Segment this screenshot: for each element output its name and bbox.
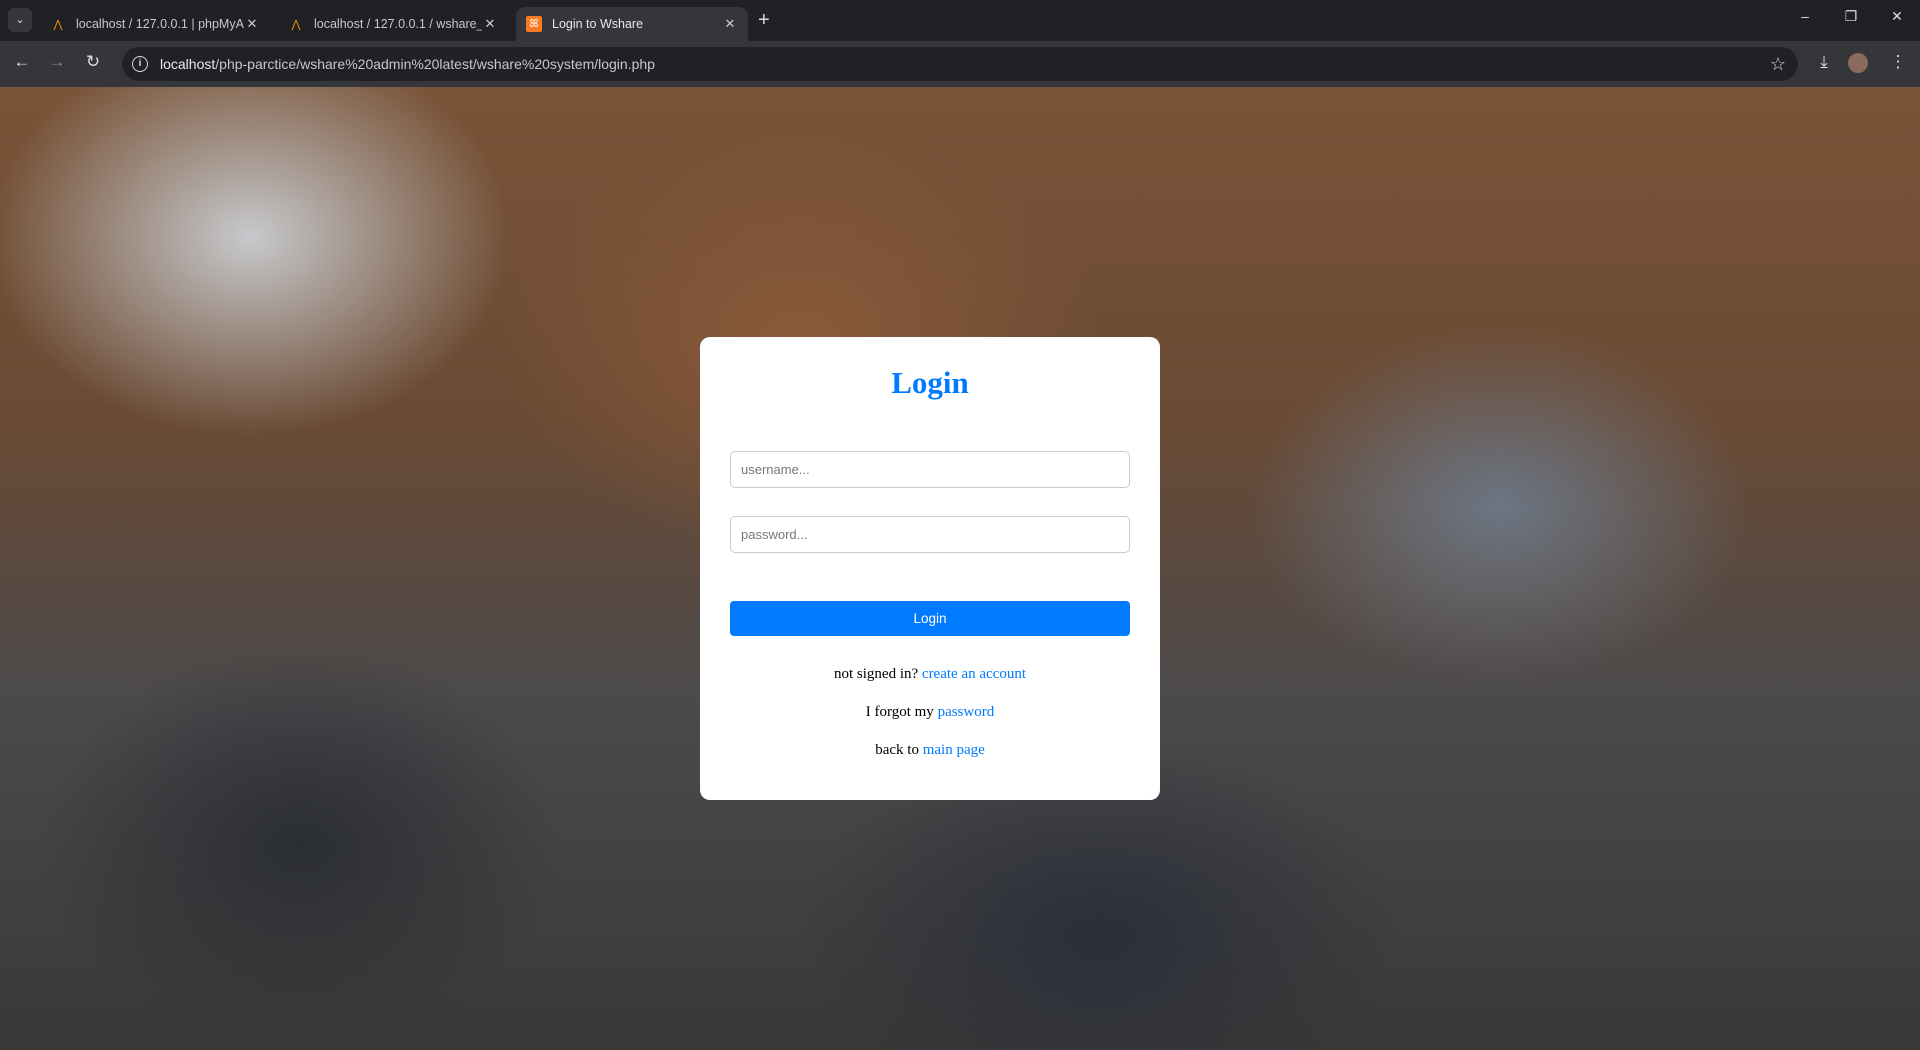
url-path: /php-parctice/wshare%20admin%20latest/ws…	[215, 56, 655, 72]
forgot-password-link[interactable]: password	[938, 704, 995, 720]
signup-line: not signed in? create an account	[700, 666, 1160, 683]
tab-title: localhost / 127.0.0.1 | phpMyAd	[76, 17, 244, 31]
tab-strip: ⌄ ⋀ localhost / 127.0.0.1 | phpMyAd ✕ ⋀ …	[0, 0, 1920, 41]
main-page-link[interactable]: main page	[923, 742, 985, 758]
url-text[interactable]: localhost/php-parctice/wshare%20admin%20…	[160, 56, 655, 72]
phpmyadmin-icon: ⋀	[291, 18, 301, 31]
login-title: Login	[891, 365, 969, 400]
tab-search-button[interactable]: ⌄	[8, 8, 32, 32]
close-tab-icon[interactable]: ✕	[722, 16, 738, 32]
menu-kebab-icon[interactable]: ⋮	[1886, 52, 1910, 72]
login-button[interactable]: Login	[730, 601, 1130, 636]
signup-prefix: not signed in?	[834, 666, 919, 682]
page-background: Login Login not signed in? create an acc…	[0, 87, 1920, 1050]
address-bar[interactable]: i localhost/php-parctice/wshare%20admin%…	[122, 47, 1798, 81]
tab-title: Login to Wshare	[552, 17, 644, 31]
bookmark-star-icon[interactable]: ☆	[1770, 54, 1786, 75]
username-input[interactable]	[730, 451, 1130, 488]
profile-avatar[interactable]	[1848, 53, 1868, 73]
back-line: back to main page	[700, 742, 1160, 759]
close-tab-icon[interactable]: ✕	[244, 16, 260, 32]
create-account-link[interactable]: create an account	[922, 666, 1026, 682]
minimize-button[interactable]: –	[1790, 8, 1820, 24]
xampp-icon: ꕤ	[526, 16, 542, 32]
new-tab-button[interactable]: +	[758, 9, 770, 32]
tab-phpmyadmin-2[interactable]: ⋀ localhost / 127.0.0.1 / wshare_d ✕	[278, 7, 508, 41]
tab-title: localhost / 127.0.0.1 / wshare_d	[314, 17, 482, 31]
back-prefix: back to	[875, 742, 919, 758]
tab-login-wshare[interactable]: ꕤ Login to Wshare ✕	[516, 7, 748, 41]
forgot-prefix: I forgot my	[865, 704, 934, 720]
password-input[interactable]	[730, 516, 1130, 553]
url-host: localhost	[160, 56, 216, 72]
login-card: Login Login not signed in? create an acc…	[700, 337, 1160, 800]
forgot-line: I forgot my password	[700, 704, 1160, 721]
tab-phpmyadmin-1[interactable]: ⋀ localhost / 127.0.0.1 | phpMyAd ✕	[40, 7, 270, 41]
phpmyadmin-icon: ⋀	[53, 18, 63, 31]
back-button[interactable]: ←	[10, 52, 34, 72]
restore-button[interactable]: ❐	[1836, 8, 1866, 25]
close-tab-icon[interactable]: ✕	[482, 16, 498, 32]
reload-button[interactable]: ↻	[81, 52, 105, 72]
browser-toolbar: ← → ↻ i localhost/php-parctice/wshare%20…	[0, 41, 1920, 87]
close-window-button[interactable]: ✕	[1882, 8, 1912, 25]
forward-button[interactable]: →	[45, 52, 69, 72]
site-info-icon[interactable]: i	[132, 56, 148, 72]
download-icon[interactable]: ⤓	[1812, 52, 1836, 72]
